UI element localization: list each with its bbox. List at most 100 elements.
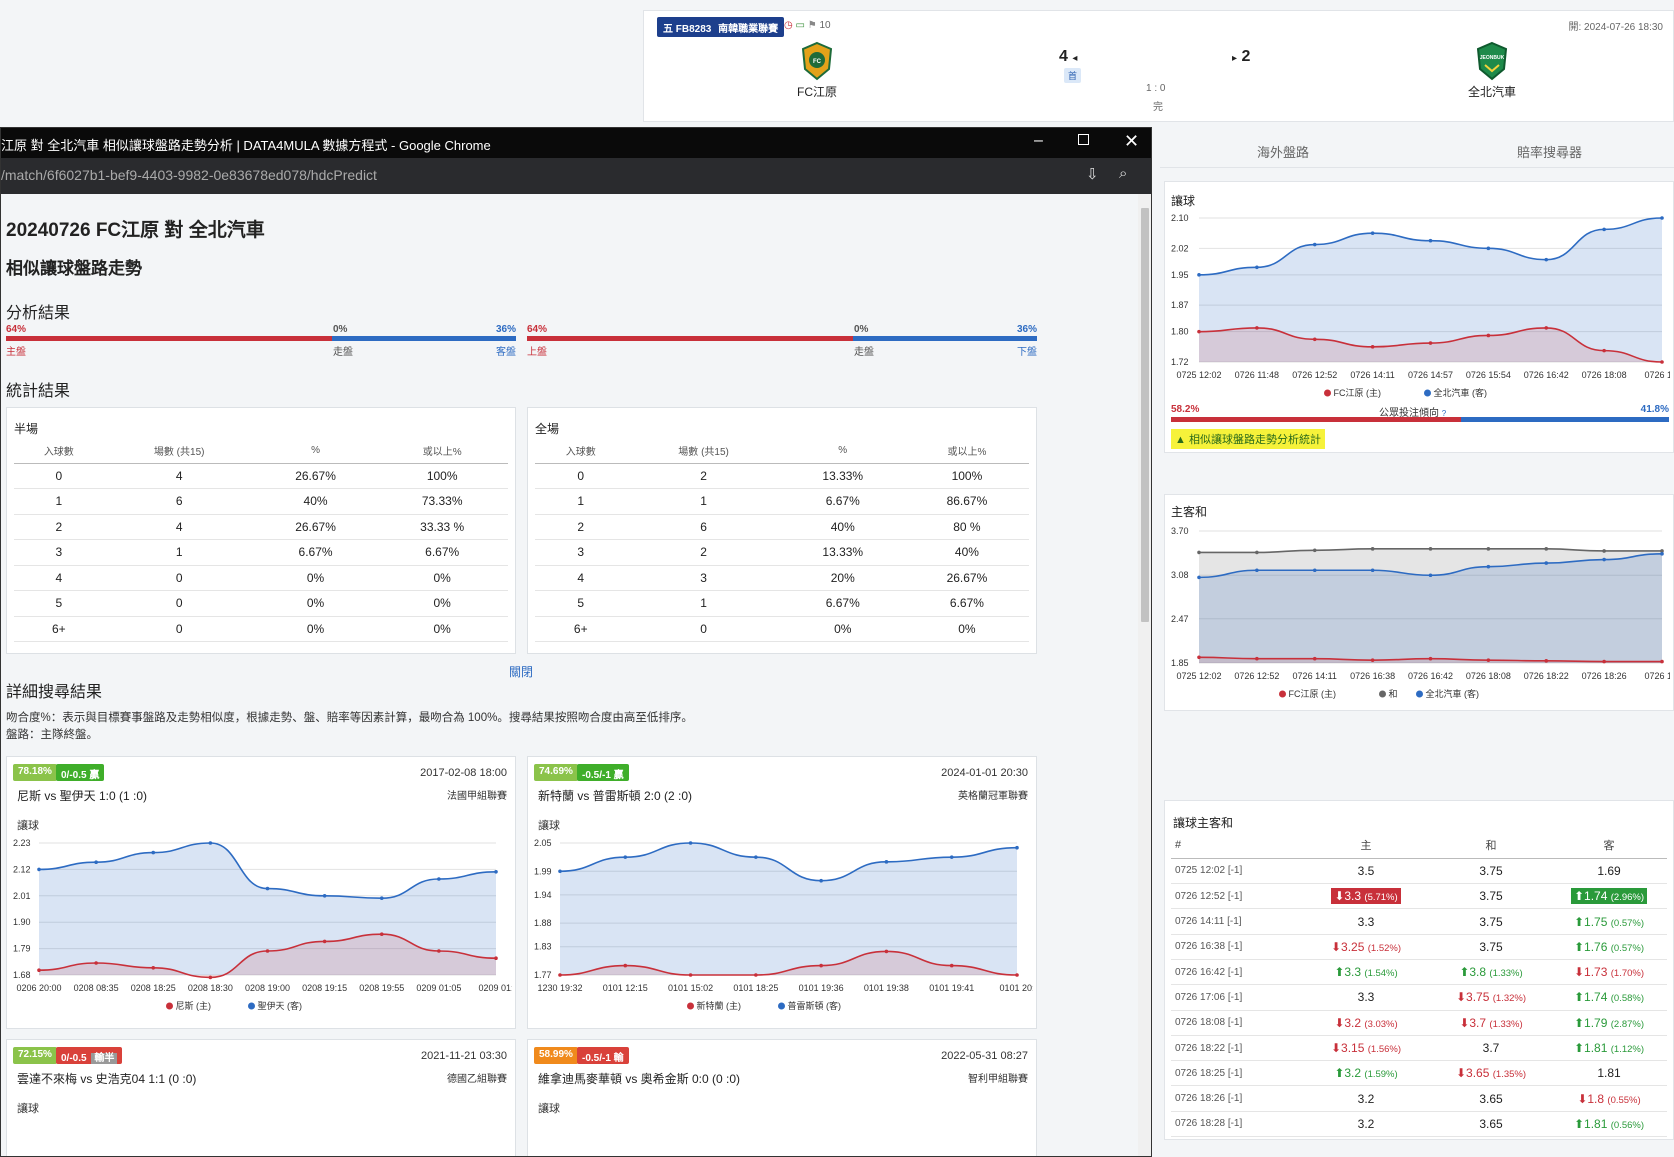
result-odds-chart: 1.68 1.79 1.90 2.01 2.12 2.23 0206 20:00 0208 0… xyxy=(13,838,512,1011)
public-bar-track xyxy=(1171,417,1669,422)
odds-cell-draw: ⬆3.8 (1.33%) xyxy=(1431,959,1551,986)
arrow-down-icon: ⬇ xyxy=(1330,1041,1342,1056)
result-match[interactable]: 雲達不來梅 vs 史浩克04 1:1 (0 :0) xyxy=(17,1070,196,1087)
page-content: 20240726 FC江原 對 全北汽車 相似讓球盤路走勢 分析結果 64% 0… xyxy=(1,194,1151,1156)
stat-table-row: 6+ 0 0% 0% xyxy=(535,616,1029,642)
home-team-name[interactable]: FC江原 xyxy=(757,83,877,100)
window-titlebar[interactable]: 江原 對 全北汽車 相似讓球盤路走勢分析 | DATA4MULA 數據方程式 -… xyxy=(1,128,1151,158)
install-app-icon[interactable]: ⇩ xyxy=(1086,165,1099,183)
arrow-down-icon: ⬇ xyxy=(1573,965,1585,980)
match-pct-badge: 78.18% xyxy=(13,764,57,781)
result-date: 2024-01-01 20:30 xyxy=(941,767,1028,779)
data-point xyxy=(1544,561,1549,565)
svg-text:FC: FC xyxy=(813,59,822,65)
result-card[interactable]: 58.99% -0.5/-1 輸 2022-05-31 08:27 維拿迪馬麥華… xyxy=(527,1039,1037,1156)
stat-cell: 5 xyxy=(535,590,627,617)
x-tick-label: 0101 12:15 xyxy=(603,983,648,993)
away-team-logo[interactable]: JEONBUK xyxy=(1472,41,1512,86)
arrow-down-icon: ⬇ xyxy=(1455,1066,1467,1081)
bar-track xyxy=(6,336,516,341)
odds-cell-time: 0726 18:28 [-1] xyxy=(1171,1111,1301,1138)
stat-cell: 4 xyxy=(103,463,255,489)
stat-cell: 0% xyxy=(376,565,508,591)
x-tick-label: 1230 19:32 xyxy=(537,983,582,993)
away-team-name[interactable]: 全北汽車 xyxy=(1432,83,1552,100)
data-point xyxy=(1486,564,1491,569)
address-bar[interactable]: /match/6f6027b1-bef9-4403-9982-0e83678ed… xyxy=(1,158,1151,194)
result-match[interactable]: 尼斯 vs 聖伊天 1:0 (1 :0) xyxy=(17,787,147,804)
home-team-logo[interactable]: FC xyxy=(797,41,837,86)
data-point xyxy=(819,963,823,968)
over-under-result-bar: 64% 0% 36% 上盤 走盤 下盤 xyxy=(527,324,1037,358)
chrome-popup-window: 江原 對 全北汽車 相似讓球盤路走勢分析 | DATA4MULA 數據方程式 -… xyxy=(0,127,1152,1157)
data-point xyxy=(1544,257,1549,262)
stat-cell: 100% xyxy=(376,463,508,489)
close-button[interactable]: ✕ xyxy=(1124,131,1139,152)
close-link[interactable]: 關閉 xyxy=(509,663,533,680)
legend-marker xyxy=(778,1002,785,1010)
fulltime-stats-card: 全場 入球數 場數 (共15)% 或以上% 0 2 13.33% 100% 1 1 6.67% 86… xyxy=(527,407,1037,654)
data-point xyxy=(1370,231,1375,235)
maximize-button[interactable] xyxy=(1078,134,1089,145)
odds-table-row: 0726 18:28 [-1] 3.2 3.65 ⬆1.81 (0.56%) xyxy=(1171,1111,1667,1138)
kickoff-time: 開: 2024-07-26 18:30 xyxy=(1568,22,1663,33)
data-point xyxy=(322,894,327,898)
scrollbar-thumb[interactable] xyxy=(1141,208,1149,622)
vertical-scrollbar[interactable] xyxy=(1138,194,1151,1156)
x-tick-label: 0726 14:11 xyxy=(1350,370,1394,380)
result-match[interactable]: 新特蘭 vs 普雷斯頓 2:0 (2 :0) xyxy=(538,787,692,804)
odds-table-row: 0726 18:22 [-1] ⬇3.15 (1.56%) 3.7 ⬆1.81 (1.… xyxy=(1171,1035,1667,1062)
data-point xyxy=(151,966,156,970)
x-tick-label: 0726 18: xyxy=(1644,370,1670,380)
data-point xyxy=(208,841,213,845)
y-tick-label: 1.95 xyxy=(1171,270,1189,280)
stat-table-row: 5 1 6.67% 6.67% xyxy=(535,590,1029,617)
stat-cell: 1 xyxy=(535,488,627,515)
bar-right-pct: 36% xyxy=(1016,324,1037,335)
legend-label: 新特蘭 (主) xyxy=(697,1000,742,1011)
data-point xyxy=(1544,326,1549,330)
match-header: 五 FB8283 南韓職業聯賽 ◷ ▭ ⚑ 10 開: 2024-07-26 1… xyxy=(643,10,1674,122)
odds-change-highlight: ⬆1.74 (2.96%) xyxy=(1570,888,1648,905)
legend-marker xyxy=(1379,690,1386,698)
tv-icon[interactable]: ▭ xyxy=(796,20,805,31)
x-tick-label: 0726 12:52 xyxy=(1234,671,1279,681)
url-text[interactable]: /match/6f6027b1-bef9-4403-9982-0e83678ed… xyxy=(1,167,377,183)
handicap-result-badge: 0/-0.5 輸半 xyxy=(56,1047,123,1064)
fulltime-stats-table: 入球數 場數 (共15)% 或以上% 0 2 13.33% 100% 1 1 6.67% 86.67… xyxy=(535,439,1029,642)
league-badge[interactable]: 五 FB8283 南韓職業聯賽 xyxy=(657,17,785,37)
stat-table-row: 2 4 26.67% 33.33 % xyxy=(14,514,508,540)
result-card[interactable]: 78.18% 0/-0.5 贏 2017-02-08 18:00 尼斯 vs 聖… xyxy=(6,756,516,1029)
odds-cell-home: ⬆3.2 (1.59%) xyxy=(1301,1060,1431,1087)
data-point xyxy=(1486,333,1491,338)
stat-col-header: 或以上% xyxy=(376,439,508,464)
data-point xyxy=(37,867,41,872)
handicap-result-badge: -0.5/-1 贏 xyxy=(577,764,629,781)
tab-odds-search[interactable]: 賠率搜尋器 xyxy=(1517,142,1582,161)
odds-cell-draw: 3.65 xyxy=(1431,1085,1551,1112)
result-card[interactable]: 72.15% 0/-0.5 輸半 2021-11-21 03:30 雲達不來梅 … xyxy=(6,1039,516,1156)
handicap-result-bar: 64% 0% 36% 主盤 走盤 客盤 xyxy=(6,324,516,358)
bar-right-label: 客盤 xyxy=(496,347,516,358)
stat-cell: 26.67% xyxy=(904,565,1029,591)
minimize-button[interactable]: – xyxy=(1034,132,1043,150)
odds-cell-draw: ⬇3.7 (1.33%) xyxy=(1431,1010,1551,1036)
result-match[interactable]: 維拿迪馬麥華頓 vs 奧希金斯 0:0 (0 :0) xyxy=(538,1070,740,1087)
stat-cell: 6.67% xyxy=(780,590,905,617)
clock-icon[interactable]: ◷ xyxy=(784,20,793,31)
stat-cell: 73.33% xyxy=(376,488,508,515)
legend-marker xyxy=(1324,389,1331,397)
result-card[interactable]: 74.69% -0.5/-1 贏 2024-01-01 20:30 新特蘭 vs… xyxy=(527,756,1037,1029)
data-point xyxy=(1255,656,1259,661)
similar-analysis-link[interactable]: ▲ 相似讓球盤路走勢分析統計 xyxy=(1171,429,1325,449)
data-point xyxy=(1015,973,1019,977)
zoom-icon[interactable]: ⌕ xyxy=(1119,165,1127,182)
tab-overseas-handicap[interactable]: 海外盤路 xyxy=(1257,142,1309,161)
odds-cell-away: ⬆1.79 (2.87%) xyxy=(1551,1010,1667,1036)
stat-col-header: 或以上% xyxy=(904,439,1029,464)
data-point xyxy=(1602,348,1606,353)
data-point xyxy=(265,949,270,953)
odds-cell-draw: 3.75 xyxy=(1431,934,1551,960)
match-pct-badge: 74.69% xyxy=(534,764,578,781)
stat-cell: 80 % xyxy=(904,514,1029,540)
